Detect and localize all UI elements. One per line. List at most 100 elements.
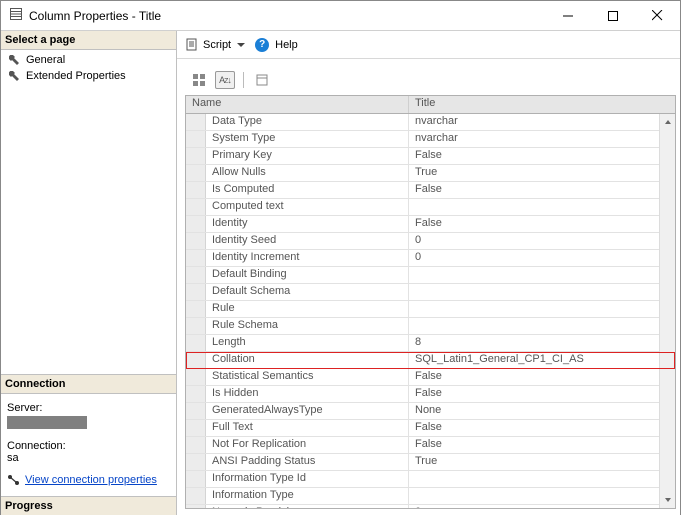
connection-section: Connection Server: Connection: sa View c…: [1, 374, 176, 496]
property-row[interactable]: Computed text: [186, 199, 675, 216]
property-value[interactable]: False: [409, 437, 675, 453]
maximize-button[interactable]: [590, 1, 635, 30]
property-row[interactable]: Length8: [186, 335, 675, 352]
script-button[interactable]: Script: [185, 38, 245, 52]
row-gutter: [186, 437, 206, 453]
property-row[interactable]: Information Type: [186, 488, 675, 505]
property-value[interactable]: [409, 267, 675, 283]
help-button[interactable]: ? Help: [255, 38, 298, 52]
property-grid: Name Title Data TypenvarcharSystem Typen…: [185, 95, 676, 509]
property-row[interactable]: Default Binding: [186, 267, 675, 284]
row-gutter: [186, 488, 206, 504]
caret-down-icon: [237, 43, 245, 47]
property-row[interactable]: System Typenvarchar: [186, 131, 675, 148]
sidebar-item-extended-properties[interactable]: Extended Properties: [3, 68, 174, 84]
property-row[interactable]: Not For ReplicationFalse: [186, 437, 675, 454]
close-button[interactable]: [635, 1, 680, 30]
minimize-button[interactable]: [545, 1, 590, 30]
property-row[interactable]: Numeric Precision0: [186, 505, 675, 509]
view-connection-properties-link[interactable]: View connection properties: [25, 474, 157, 486]
row-gutter: [186, 505, 206, 509]
row-gutter: [186, 131, 206, 147]
property-value[interactable]: False: [409, 216, 675, 232]
property-row[interactable]: Rule: [186, 301, 675, 318]
row-gutter: [186, 471, 206, 487]
property-row[interactable]: Primary KeyFalse: [186, 148, 675, 165]
property-value[interactable]: True: [409, 165, 675, 181]
property-value[interactable]: 0: [409, 233, 675, 249]
property-row[interactable]: CollationSQL_Latin1_General_CP1_CI_AS: [186, 352, 675, 369]
row-gutter: [186, 284, 206, 300]
property-row[interactable]: Identity Increment0: [186, 250, 675, 267]
alphabetical-view-button[interactable]: AZ↓: [215, 71, 235, 89]
right-pane: Script ? Help AZ↓: [177, 31, 680, 515]
property-name: Not For Replication: [206, 437, 409, 453]
property-row[interactable]: Allow NullsTrue: [186, 165, 675, 182]
property-row[interactable]: ANSI Padding StatusTrue: [186, 454, 675, 471]
property-row[interactable]: Default Schema: [186, 284, 675, 301]
property-name: Length: [206, 335, 409, 351]
property-value[interactable]: [409, 318, 675, 334]
property-value[interactable]: [409, 199, 675, 215]
property-value[interactable]: False: [409, 420, 675, 436]
property-value[interactable]: [409, 301, 675, 317]
scroll-up-button[interactable]: [660, 114, 676, 130]
header-name[interactable]: Name: [186, 96, 409, 113]
property-value[interactable]: SQL_Latin1_General_CP1_CI_AS: [409, 352, 675, 368]
property-row[interactable]: IdentityFalse: [186, 216, 675, 233]
connection-value: sa: [7, 452, 170, 464]
property-value[interactable]: 0: [409, 505, 675, 509]
row-gutter: [186, 386, 206, 402]
property-name: Default Schema: [206, 284, 409, 300]
row-gutter: [186, 301, 206, 317]
property-value[interactable]: False: [409, 148, 675, 164]
property-grid-body: Data TypenvarcharSystem TypenvarcharPrim…: [186, 114, 675, 509]
property-name: Statistical Semantics: [206, 369, 409, 385]
content-area: AZ↓ Name Title Data TypenvarcharSystem T…: [177, 59, 680, 515]
property-value[interactable]: [409, 488, 675, 504]
property-value[interactable]: 0: [409, 250, 675, 266]
property-name: Identity Seed: [206, 233, 409, 249]
property-row[interactable]: Rule Schema: [186, 318, 675, 335]
property-row[interactable]: Data Typenvarchar: [186, 114, 675, 131]
help-label: Help: [275, 39, 298, 51]
property-name: Numeric Precision: [206, 505, 409, 509]
script-icon: [185, 38, 199, 52]
property-value[interactable]: [409, 471, 675, 487]
property-value[interactable]: [409, 284, 675, 300]
property-name: Computed text: [206, 199, 409, 215]
property-row[interactable]: Is HiddenFalse: [186, 386, 675, 403]
property-value[interactable]: 8: [409, 335, 675, 351]
vertical-scrollbar[interactable]: [659, 114, 675, 508]
property-row[interactable]: Full TextFalse: [186, 420, 675, 437]
property-name: Information Type Id: [206, 471, 409, 487]
progress-header: Progress: [1, 497, 176, 515]
property-row[interactable]: Identity Seed0: [186, 233, 675, 250]
property-value[interactable]: False: [409, 182, 675, 198]
property-row[interactable]: GeneratedAlwaysTypeNone: [186, 403, 675, 420]
property-value[interactable]: nvarchar: [409, 114, 675, 130]
property-value[interactable]: None: [409, 403, 675, 419]
row-gutter: [186, 420, 206, 436]
property-value[interactable]: nvarchar: [409, 131, 675, 147]
property-row[interactable]: Is ComputedFalse: [186, 182, 675, 199]
row-gutter: [186, 369, 206, 385]
row-gutter: [186, 182, 206, 198]
row-gutter: [186, 454, 206, 470]
property-value[interactable]: True: [409, 454, 675, 470]
property-pages-button[interactable]: [252, 71, 272, 89]
sidebar-item-general[interactable]: General: [3, 52, 174, 68]
row-gutter: [186, 233, 206, 249]
property-row[interactable]: Statistical SemanticsFalse: [186, 369, 675, 386]
scroll-down-button[interactable]: [660, 492, 676, 508]
categorized-view-button[interactable]: [189, 71, 209, 89]
header-value[interactable]: Title: [409, 96, 675, 113]
property-name: Is Hidden: [206, 386, 409, 402]
property-value[interactable]: False: [409, 386, 675, 402]
property-row[interactable]: Information Type Id: [186, 471, 675, 488]
property-name: Data Type: [206, 114, 409, 130]
row-gutter: [186, 216, 206, 232]
property-name: Rule: [206, 301, 409, 317]
property-name: Default Binding: [206, 267, 409, 283]
property-value[interactable]: False: [409, 369, 675, 385]
